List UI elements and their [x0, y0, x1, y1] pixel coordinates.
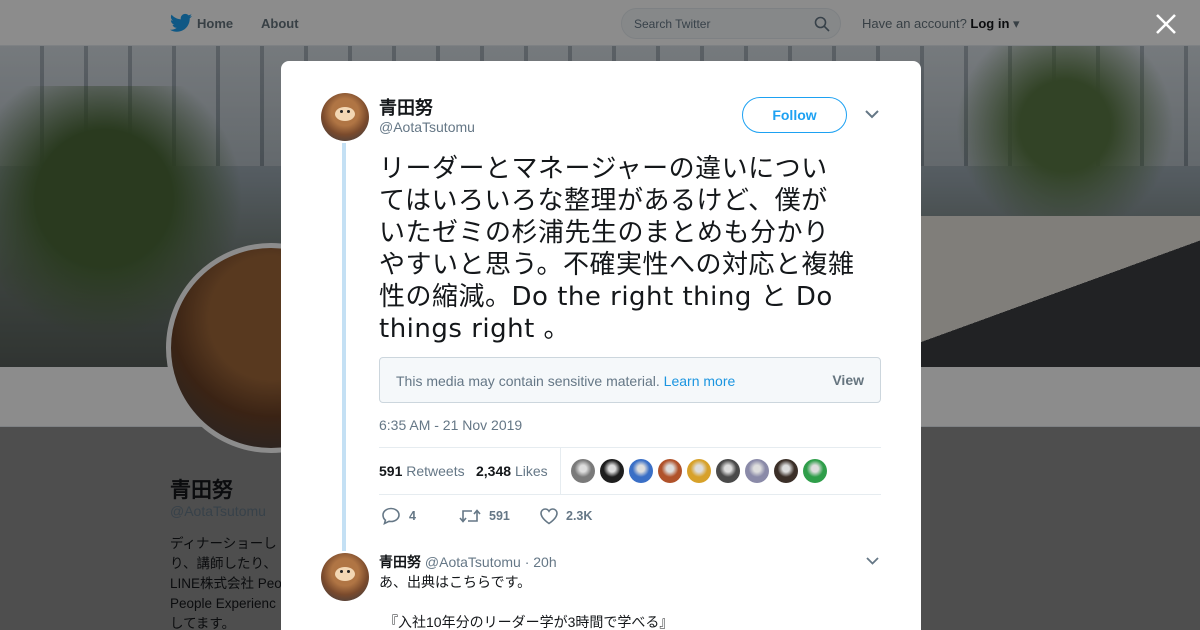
chevron-down-icon[interactable]: [866, 556, 879, 565]
liker-avatar[interactable]: [600, 459, 624, 483]
tweet-modal: 青田努 @AotaTsutomu Follow リーダーとマネージャーの違いにつ…: [281, 61, 921, 630]
learn-more-link[interactable]: Learn more: [664, 373, 736, 389]
sensitive-message: This media may contain sensitive materia…: [396, 373, 660, 389]
tweet-text-line: 性の縮減。Do the right thing と Do: [379, 282, 833, 312]
likes-count: 2,348: [476, 463, 512, 479]
liker-avatar[interactable]: [803, 459, 827, 483]
liker-avatar[interactable]: [629, 459, 653, 483]
like-count: 2.3K: [566, 509, 593, 523]
likes-label: Likes: [514, 463, 548, 479]
liker-avatar[interactable]: [571, 459, 595, 483]
sensitive-media-notice: This media may contain sensitive materia…: [379, 357, 881, 403]
view-media-button[interactable]: View: [832, 372, 864, 388]
tweet-actions: 4 591 2.3K: [379, 505, 881, 527]
retweets-label: Retweets: [406, 463, 465, 479]
author-avatar[interactable]: [321, 93, 369, 141]
liker-avatar[interactable]: [716, 459, 740, 483]
heart-icon: [540, 508, 558, 525]
reply-author-avatar[interactable]: [321, 553, 369, 601]
reply-author-name[interactable]: 青田努: [379, 554, 421, 570]
tweet-timestamp[interactable]: 6:35 AM - 21 Nov 2019: [379, 417, 522, 433]
reply-author-line: 青田努 @AotaTsutomu · 20h: [379, 552, 557, 572]
tweet-text-line: things right 。: [379, 314, 571, 344]
thread-connector-line: [342, 143, 346, 551]
retweet-icon: [459, 509, 481, 523]
retweets-count: 591: [379, 463, 403, 479]
stats-divider: [560, 448, 561, 494]
tweet-text-line: てはいろいろな整理があるけど、僕が: [379, 186, 828, 216]
liker-avatar[interactable]: [745, 459, 769, 483]
likes-stat[interactable]: 2,348 Likes: [476, 463, 548, 479]
liker-avatar[interactable]: [658, 459, 682, 483]
author-handle[interactable]: @AotaTsutomu: [379, 119, 475, 135]
retweets-stat[interactable]: 591 Retweets: [379, 463, 465, 479]
reply-author-handle[interactable]: @AotaTsutomu: [425, 554, 521, 570]
reply-count: 4: [409, 509, 416, 523]
liker-avatar[interactable]: [687, 459, 711, 483]
author-name[interactable]: 青田努: [379, 94, 433, 120]
chevron-down-icon[interactable]: [865, 109, 879, 119]
tweet-text-line: リーダーとマネージャーの違いについ: [379, 154, 828, 184]
reply-icon: [382, 507, 400, 525]
liker-avatar[interactable]: [774, 459, 798, 483]
tweet-text-line: やすいと思う。不確実性への対応と複雑: [379, 250, 855, 280]
retweet-count: 591: [489, 509, 510, 523]
close-icon[interactable]: [1155, 13, 1177, 35]
tweet-text-line: いたゼミの杉浦先生のまとめも分かり: [379, 218, 830, 248]
tweet-stats: 591 Retweets 2,348 Likes: [379, 447, 881, 495]
tweet-text: リーダーとマネージャーの違いについ てはいろいろな整理があるけど、僕が いたゼミ…: [379, 153, 889, 345]
reply-text: あ、出典はこちらです。: [379, 574, 532, 590]
follow-button[interactable]: Follow: [742, 97, 847, 133]
reply-text-line: 『入社10年分のリーダー学が3時間で学べる』: [384, 614, 674, 630]
reply-time[interactable]: · 20h: [525, 554, 557, 570]
